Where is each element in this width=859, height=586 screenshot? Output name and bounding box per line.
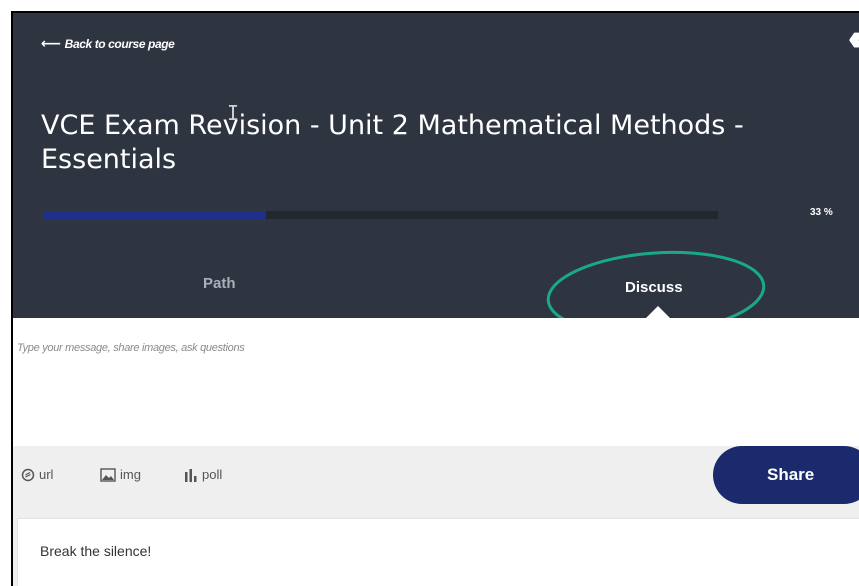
progress-bar xyxy=(43,211,718,219)
course-header: ⟵ Back to course page ‹‹ VCE Exam Revisi… xyxy=(13,13,859,336)
poll-label: poll xyxy=(202,467,223,482)
message-input[interactable] xyxy=(13,318,859,446)
discussion-feed-empty: Break the silence! xyxy=(17,518,859,586)
message-composer xyxy=(13,318,859,446)
link-circle-icon xyxy=(21,468,35,481)
composer-toolbar: url img poll Share xyxy=(13,446,859,504)
attach-url-button[interactable]: url xyxy=(21,467,53,482)
text-cursor-icon: I xyxy=(227,101,240,125)
image-icon xyxy=(100,467,116,482)
arrow-left-icon: ⟵ xyxy=(41,35,61,51)
attach-poll-button[interactable]: poll xyxy=(184,467,222,482)
url-label: url xyxy=(39,467,54,482)
share-button[interactable]: Share xyxy=(713,446,859,504)
active-tab-indicator xyxy=(646,306,670,318)
tab-path[interactable]: Path xyxy=(203,275,236,292)
img-label: img xyxy=(120,467,141,482)
bar-chart-icon xyxy=(185,468,197,482)
progress-fill xyxy=(43,211,266,219)
course-title: VCE Exam Revision - Unit 2 Mathematical … xyxy=(41,110,744,175)
double-chevron-left-icon[interactable]: ‹‹ xyxy=(848,19,859,57)
back-link-label: Back to course page xyxy=(64,36,175,51)
app-frame: ⟵ Back to course page ‹‹ VCE Exam Revisi… xyxy=(11,11,859,586)
tab-discuss[interactable]: Discuss xyxy=(625,279,683,296)
empty-feed-message: Break the silence! xyxy=(40,543,152,559)
progress-percent: 33 % xyxy=(810,207,833,218)
attach-image-button[interactable]: img xyxy=(100,467,141,482)
back-to-course-link[interactable]: ⟵ Back to course page xyxy=(41,35,175,52)
